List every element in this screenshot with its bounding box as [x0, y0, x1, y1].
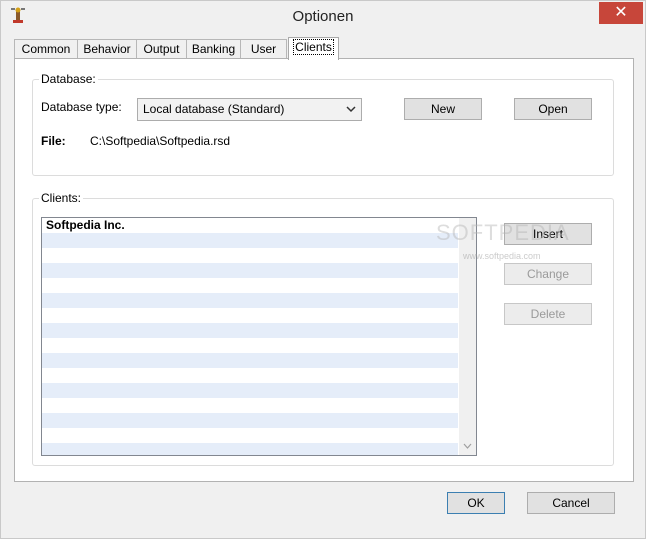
database-type-value: Local database (Standard)	[143, 102, 285, 116]
clients-group-label: Clients:	[39, 191, 84, 205]
tab-label: Clients	[293, 39, 334, 55]
open-database-button[interactable]: Open	[514, 98, 592, 120]
tab-label: Common	[21, 42, 71, 56]
new-database-button[interactable]: New	[404, 98, 482, 120]
chevron-down-icon	[346, 106, 356, 113]
tab-banking[interactable]: Banking	[186, 39, 241, 59]
database-type-select[interactable]: Local database (Standard)	[137, 98, 362, 121]
tab-clients[interactable]: Clients	[288, 37, 339, 60]
tab-common[interactable]: Common	[14, 39, 78, 59]
list-stripe	[42, 353, 458, 368]
chevron-down-icon[interactable]	[462, 441, 473, 451]
title-bar: Optionen ✕	[1, 1, 645, 32]
file-label: File:	[41, 134, 66, 148]
close-icon: ✕	[614, 4, 628, 21]
list-stripe	[42, 443, 458, 455]
tab-label: User	[250, 42, 277, 56]
database-group-label: Database:	[39, 72, 98, 86]
tab-output[interactable]: Output	[136, 39, 187, 59]
list-stripe	[42, 383, 458, 398]
tab-label: Output	[143, 42, 180, 56]
window-title: Optionen	[292, 8, 354, 25]
list-stripe	[42, 293, 458, 308]
close-button[interactable]: ✕	[599, 2, 643, 24]
options-dialog: Optionen ✕ Common Behavior Output Bankin…	[0, 0, 646, 539]
database-group: Database:	[32, 72, 614, 176]
list-stripe	[42, 413, 458, 428]
database-type-label: Database type:	[41, 100, 122, 114]
clients-list[interactable]: Softpedia Inc.	[41, 217, 477, 456]
list-item[interactable]: Softpedia Inc.	[42, 218, 458, 233]
tab-label: Behavior	[83, 42, 131, 56]
list-stripe	[42, 233, 458, 248]
list-stripe	[42, 323, 458, 338]
tab-behavior[interactable]: Behavior	[77, 39, 137, 59]
tab-label: Banking	[191, 42, 236, 56]
change-client-button[interactable]: Change	[504, 263, 592, 285]
delete-client-button[interactable]: Delete	[504, 303, 592, 325]
cancel-button[interactable]: Cancel	[527, 492, 615, 514]
watermark: SOFTPEDIA	[436, 220, 570, 245]
list-stripe	[42, 263, 458, 278]
watermark-url: www.softpedia.com	[463, 251, 541, 261]
tab-user[interactable]: User	[240, 39, 287, 59]
ok-button[interactable]: OK	[447, 492, 505, 514]
file-path: C:\Softpedia\Softpedia.rsd	[90, 134, 231, 148]
